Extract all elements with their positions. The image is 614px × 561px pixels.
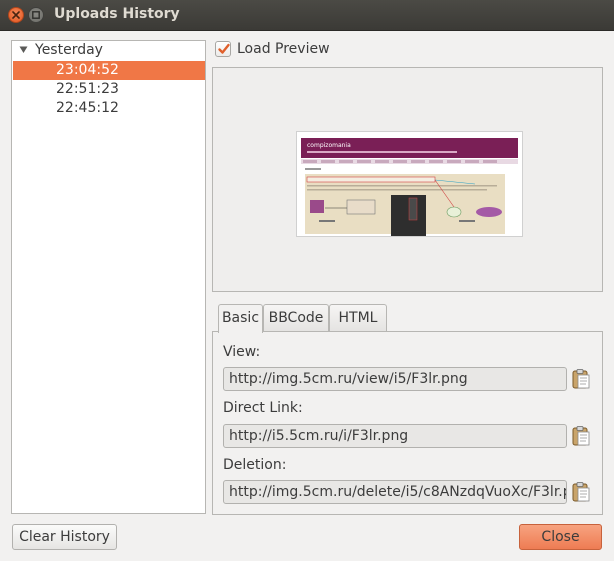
close-button[interactable]: Close: [519, 524, 602, 550]
preview-frame: compizomania: [212, 67, 603, 292]
expander-arrow-icon[interactable]: [19, 46, 28, 54]
minimize-icon: [32, 11, 40, 19]
history-item[interactable]: 23:04:52: [13, 61, 205, 80]
view-label: View:: [223, 344, 261, 360]
history-item[interactable]: 22:45:12: [13, 99, 205, 118]
checkmark-icon: [218, 43, 230, 54]
window-title: Uploads History: [54, 6, 180, 22]
clear-history-button[interactable]: Clear History: [12, 524, 117, 550]
deletion-label: Deletion:: [223, 457, 287, 473]
history-tree[interactable]: Yesterday 23:04:52 22:51:23 22:45:12: [11, 40, 206, 514]
uploads-history-window: Uploads History Yesterday 23:04:52 22:51…: [0, 0, 614, 561]
view-url-field[interactable]: http://img.5cm.ru/view/i5/F3lr.png: [223, 367, 567, 391]
title-bar: Uploads History: [0, 0, 614, 31]
tab-html[interactable]: HTML: [329, 304, 387, 332]
copy-direct-link-clipboard-icon[interactable]: [570, 425, 592, 447]
copy-deletion-clipboard-icon[interactable]: [570, 481, 592, 503]
history-item[interactable]: 22:51:23: [13, 80, 205, 99]
window-minimize-button[interactable]: [28, 7, 44, 23]
direct-link-field[interactable]: http://i5.5cm.ru/i/F3lr.png: [223, 424, 567, 448]
tab-basic[interactable]: Basic: [218, 304, 263, 333]
screenshot-thumbnail-image: compizomania: [297, 132, 522, 236]
direct-link-label: Direct Link:: [223, 400, 303, 416]
preview-thumbnail: compizomania: [296, 131, 523, 237]
thumbnail-site-name: compizomania: [307, 142, 351, 149]
window-close-button[interactable]: [8, 7, 24, 23]
tree-group-yesterday[interactable]: Yesterday: [12, 41, 205, 61]
load-preview-label: Load Preview: [237, 41, 330, 57]
load-preview-checkbox[interactable]: [215, 41, 231, 57]
tree-group-label: Yesterday: [35, 42, 103, 58]
close-icon: [12, 11, 20, 19]
copy-view-clipboard-icon[interactable]: [570, 368, 592, 390]
tab-bbcode[interactable]: BBCode: [263, 304, 329, 332]
deletion-url-field[interactable]: http://img.5cm.ru/delete/i5/c8ANzdqVuoXc…: [223, 480, 567, 504]
